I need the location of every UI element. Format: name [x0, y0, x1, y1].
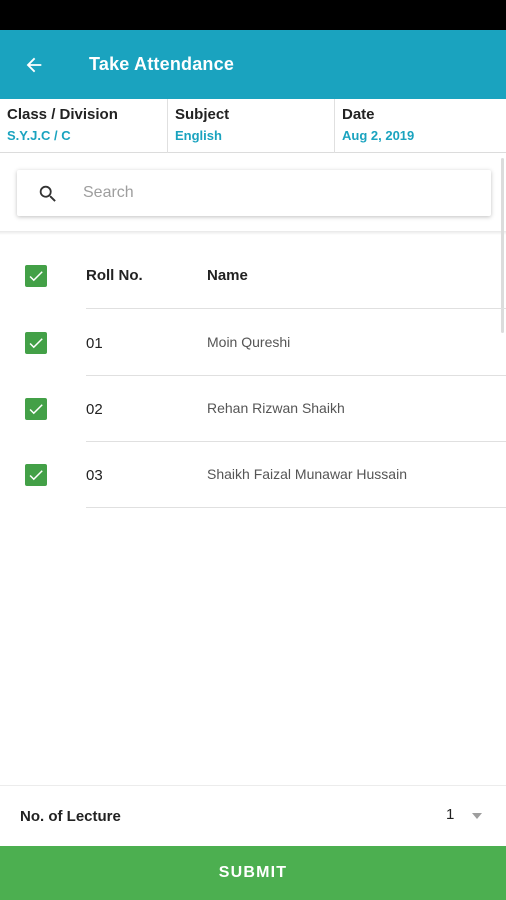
- submit-button[interactable]: SUBMIT: [0, 846, 506, 900]
- class-division-label: Class / Division: [7, 106, 118, 123]
- roll-number: 03: [86, 467, 103, 484]
- student-name: Rehan Rizwan Shaikh: [207, 400, 345, 416]
- check-icon: [29, 470, 43, 481]
- lecture-count-value: 1: [446, 806, 455, 823]
- arrow-left-icon: [26, 57, 42, 73]
- date-value: Aug 2, 2019: [342, 128, 415, 143]
- select-all-checkbox[interactable]: [25, 265, 47, 287]
- subject-label: Subject: [175, 106, 230, 123]
- class-info-row: Class / Division S.Y.J.C / C Subject Eng…: [0, 99, 506, 153]
- search-box: [17, 170, 491, 216]
- attendance-checkbox[interactable]: [25, 332, 47, 354]
- lecture-count-dropdown[interactable]: 1: [436, 800, 496, 830]
- app-bar: Take Attendance: [0, 30, 506, 99]
- student-name: Moin Qureshi: [207, 334, 291, 350]
- dropdown-arrow-icon: [472, 813, 482, 819]
- status-bar: [0, 0, 506, 30]
- footer-divider: [0, 785, 506, 786]
- table-row[interactable]: 02 Rehan Rizwan Shaikh: [0, 376, 506, 442]
- roll-header: Roll No.: [86, 267, 143, 284]
- attendance-checkbox[interactable]: [25, 398, 47, 420]
- name-header: Name: [207, 267, 248, 284]
- roll-number: 02: [86, 401, 103, 418]
- check-icon: [29, 338, 43, 349]
- check-icon: [29, 404, 43, 415]
- page-title: Take Attendance: [89, 54, 235, 74]
- student-name: Shaikh Faizal Munawar Hussain: [207, 466, 407, 482]
- subject-cell[interactable]: Subject English: [168, 99, 335, 153]
- search-icon: [39, 185, 56, 202]
- date-cell[interactable]: Date Aug 2, 2019: [335, 99, 506, 153]
- class-division-value: S.Y.J.C / C: [7, 128, 71, 143]
- table-row[interactable]: 03 Shaikh Faizal Munawar Hussain: [0, 442, 506, 508]
- back-button[interactable]: [18, 49, 50, 81]
- lecture-count-label: No. of Lecture: [20, 808, 121, 825]
- check-icon: [29, 271, 43, 282]
- roll-number: 01: [86, 335, 103, 352]
- date-label: Date: [342, 106, 375, 123]
- attendance-checkbox[interactable]: [25, 464, 47, 486]
- table-header: Roll No. Name: [0, 243, 506, 309]
- row-divider: [86, 308, 506, 309]
- subject-value: English: [175, 128, 222, 143]
- table-row[interactable]: 01 Moin Qureshi: [0, 310, 506, 376]
- search-input[interactable]: [83, 170, 473, 216]
- class-division-cell[interactable]: Class / Division S.Y.J.C / C: [0, 99, 168, 153]
- row-divider: [86, 507, 506, 508]
- list-shadow: [0, 231, 506, 235]
